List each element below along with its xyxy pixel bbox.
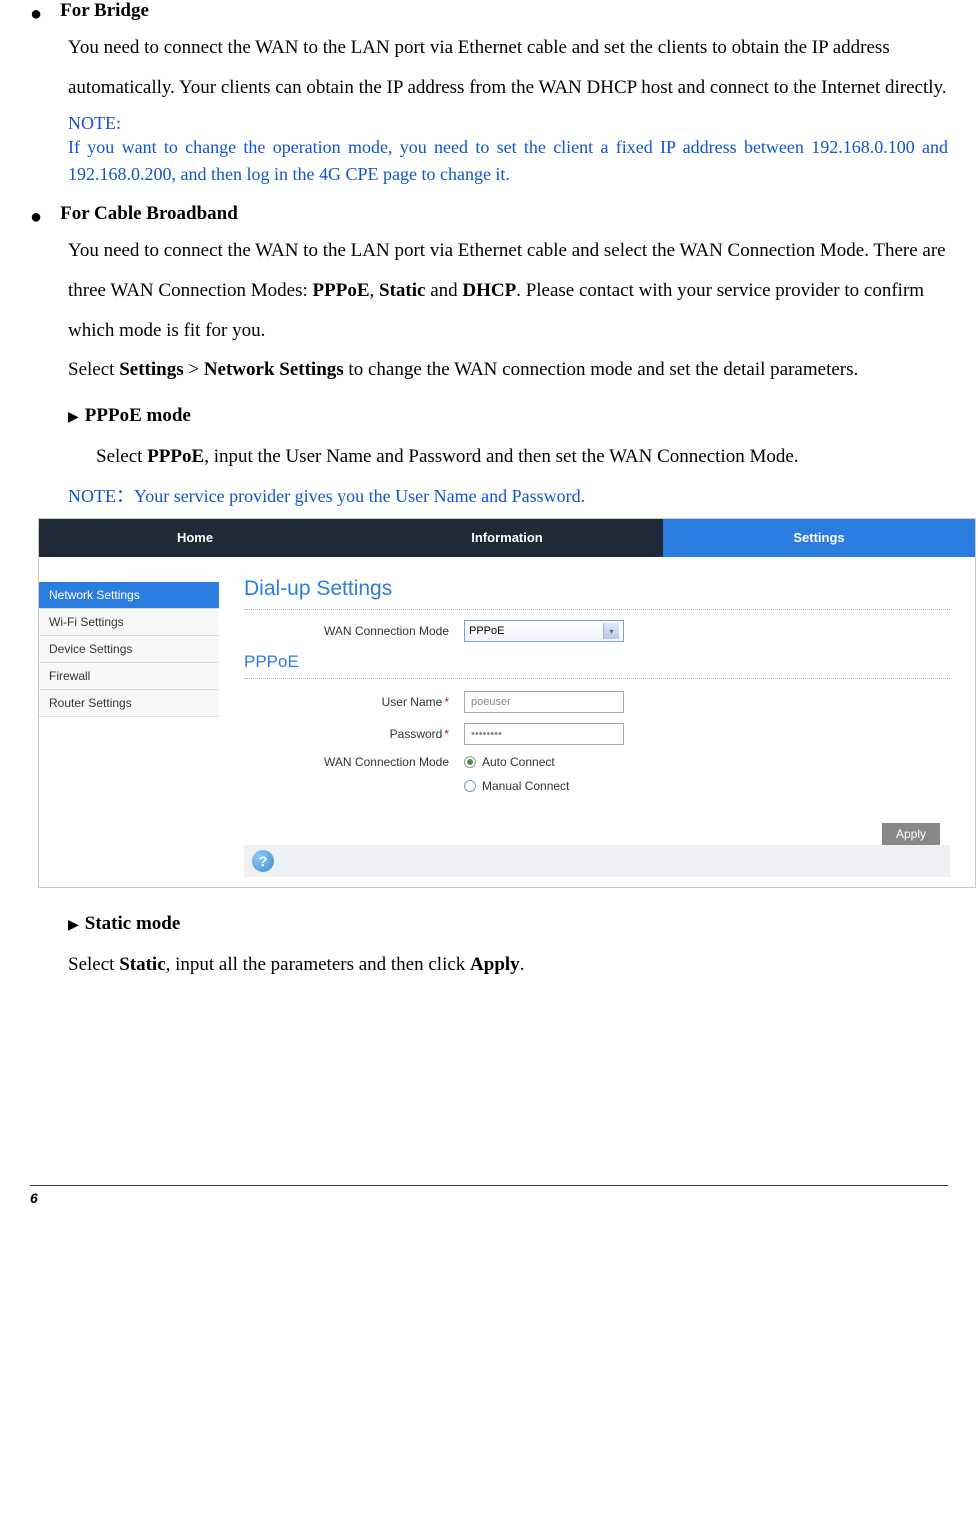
wan-mode-select[interactable]: PPPoE ▾: [464, 620, 624, 642]
help-bar: ?: [244, 845, 950, 877]
cable-title: For Cable Broadband: [60, 203, 238, 225]
auto-connect-label: Auto Connect: [482, 755, 555, 769]
sidebar-item-network[interactable]: Network Settings: [39, 582, 219, 609]
radio-manual-connect[interactable]: Manual Connect: [464, 779, 569, 793]
tab-settings[interactable]: Settings: [663, 519, 975, 557]
pppoe-body-a: Select: [96, 446, 147, 467]
sidebar: Network Settings Wi-Fi Settings Device S…: [39, 582, 219, 887]
radio-icon: [464, 756, 476, 768]
settings-word: Settings: [119, 359, 183, 380]
sidebar-item-device[interactable]: Device Settings: [39, 636, 219, 663]
main-panel: Dial-up Settings WAN Connection Mode PPP…: [219, 557, 975, 887]
pppoe-section-header: PPPoE: [244, 652, 950, 679]
static-body-a: Select: [68, 954, 119, 975]
wan-conn-mode-label: WAN Connection Mode: [244, 755, 464, 769]
gt: >: [184, 359, 204, 380]
pppoe-word: PPPoE: [313, 280, 370, 301]
wan-mode-label: WAN Connection Mode: [244, 624, 464, 638]
username-label: User Name*: [244, 695, 464, 709]
bullet-icon: ●: [30, 203, 42, 231]
sidebar-item-router[interactable]: Router Settings: [39, 690, 219, 717]
password-label: Password*: [244, 727, 464, 741]
bridge-body: You need to connect the WAN to the LAN p…: [68, 28, 948, 108]
sidebar-item-wifi[interactable]: Wi-Fi Settings: [39, 609, 219, 636]
pppoe-body-b: , input the User Name and Password and t…: [204, 446, 798, 467]
wan-mode-value: PPPoE: [469, 625, 504, 637]
pppoe-mode-body: Select PPPoE, input the User Name and Pa…: [68, 437, 948, 477]
note-text: If you want to change the operation mode…: [68, 134, 948, 188]
password-input[interactable]: [464, 723, 624, 745]
tab-bar: Home Information Settings: [39, 519, 975, 557]
and-word: and: [425, 280, 462, 301]
manual-connect-label: Manual Connect: [482, 779, 569, 793]
static-word: Static: [379, 280, 425, 301]
note-label: NOTE:: [68, 113, 948, 134]
network-settings-word: Network Settings: [204, 359, 344, 380]
cable-body: You need to connect the WAN to the LAN p…: [68, 231, 948, 351]
static-bold1: Static: [119, 954, 165, 975]
cable-p2b: to change the WAN connection mode and se…: [344, 359, 859, 380]
page-number: 6: [30, 1190, 38, 1206]
select-word: Select: [68, 359, 119, 380]
dhcp-word: DHCP: [462, 280, 516, 301]
static-body-mid: , input all the parameters and then clic…: [166, 954, 470, 975]
radio-icon: [464, 780, 476, 792]
username-input[interactable]: [464, 691, 624, 713]
pppoe-bold: PPPoE: [147, 446, 204, 467]
page-footer: 6: [30, 1185, 948, 1206]
static-mode-title: Static mode: [85, 913, 181, 934]
note2-text: Your service provider gives you the User…: [134, 486, 585, 506]
chevron-down-icon: ▾: [603, 623, 619, 639]
static-mode-body: Select Static, input all the parameters …: [68, 945, 948, 985]
triangle-icon: ▶: [68, 410, 79, 425]
pppoe-mode-title: PPPoE mode: [85, 405, 191, 426]
tab-home[interactable]: Home: [39, 519, 351, 557]
panel-title: Dial-up Settings: [244, 577, 950, 610]
triangle-icon: ▶: [68, 918, 79, 933]
ui-screenshot: Home Information Settings Network Settin…: [38, 518, 976, 888]
tab-information[interactable]: Information: [351, 519, 663, 557]
cable-body-2: Select Settings > Network Settings to ch…: [68, 350, 948, 390]
static-bold2: Apply: [470, 954, 520, 975]
static-body-end: .: [520, 954, 525, 975]
comma: ,: [370, 280, 380, 301]
sidebar-item-firewall[interactable]: Firewall: [39, 663, 219, 690]
help-icon[interactable]: ?: [252, 850, 274, 872]
note2-label: NOTE：: [68, 486, 134, 506]
radio-auto-connect[interactable]: Auto Connect: [464, 755, 555, 769]
apply-button[interactable]: Apply: [882, 823, 940, 845]
bridge-title: For Bridge: [60, 0, 149, 22]
bullet-icon: ●: [30, 0, 42, 28]
